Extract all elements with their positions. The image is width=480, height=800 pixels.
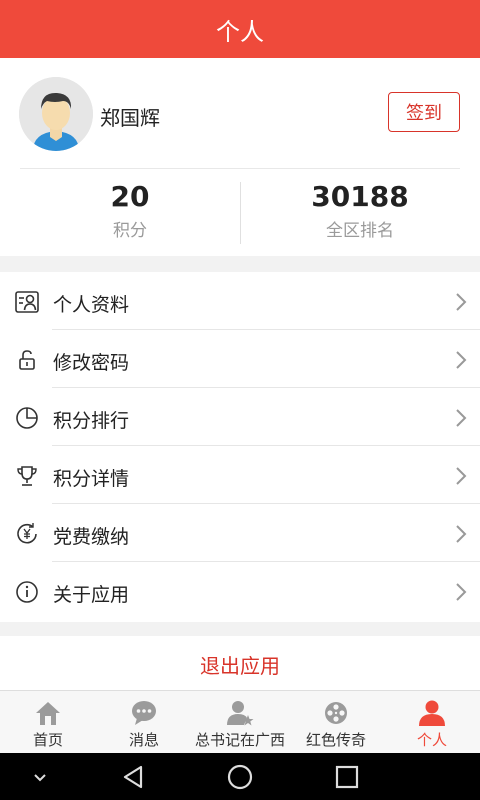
menu-item-label: 关于应用 bbox=[53, 584, 130, 606]
recent-apps-icon[interactable] bbox=[331, 761, 363, 793]
chevron-down-icon[interactable] bbox=[24, 761, 56, 793]
menu-item-party-dues[interactable]: 党费缴纳 bbox=[0, 504, 480, 562]
menu-item-label: 个人资料 bbox=[53, 294, 130, 316]
chevron-right-icon bbox=[456, 583, 467, 601]
info-icon bbox=[16, 581, 38, 603]
menu-item-label: 党费缴纳 bbox=[53, 526, 130, 548]
person-star-icon bbox=[227, 701, 254, 726]
profile-card-icon bbox=[15, 291, 39, 313]
avatar[interactable] bbox=[19, 77, 93, 151]
avatar-person-icon bbox=[19, 77, 93, 151]
menu-item-label: 积分详情 bbox=[53, 468, 130, 490]
points-value: 20 bbox=[110, 180, 150, 213]
tab-label: 红色传奇 bbox=[305, 731, 366, 749]
menu-item-label: 修改密码 bbox=[53, 352, 130, 374]
payment-icon bbox=[17, 523, 37, 544]
tab-messages[interactable]: 消息 bbox=[96, 691, 192, 753]
user-icon bbox=[419, 700, 445, 726]
tab-label: 个人 bbox=[416, 731, 447, 749]
signin-button[interactable]: 签到 bbox=[388, 92, 460, 132]
page-title: 个人 bbox=[216, 17, 264, 46]
rank-stat[interactable]: 30188 全区排名 bbox=[240, 180, 480, 241]
trophy-icon bbox=[17, 466, 37, 486]
chevron-right-icon bbox=[456, 351, 467, 369]
unlock-icon bbox=[19, 350, 35, 370]
menu-item-profile[interactable]: 个人资料 bbox=[0, 272, 480, 330]
system-navigation-bar bbox=[0, 753, 480, 800]
back-icon[interactable] bbox=[117, 761, 149, 793]
menu-item-points-ranking[interactable]: 积分排行 bbox=[0, 388, 480, 446]
home-icon bbox=[36, 702, 60, 725]
chevron-right-icon bbox=[456, 525, 467, 543]
pie-chart-icon bbox=[16, 407, 38, 429]
rank-label: 全区排名 bbox=[326, 221, 394, 241]
profile-card: 郑国辉 签到 20 积分 30188 全区排名 bbox=[0, 58, 480, 256]
menu-item-about[interactable]: 关于应用 bbox=[0, 562, 480, 620]
film-reel-icon bbox=[325, 702, 347, 724]
tab-label: 消息 bbox=[128, 731, 159, 749]
username: 郑国辉 bbox=[100, 106, 160, 130]
logout-button[interactable]: 退出应用 bbox=[0, 636, 480, 692]
tab-red-legends[interactable]: 红色传奇 bbox=[288, 691, 384, 753]
menu-item-label: 积分排行 bbox=[53, 410, 130, 432]
menu-item-change-password[interactable]: 修改密码 bbox=[0, 330, 480, 388]
tab-personal[interactable]: 个人 bbox=[384, 691, 480, 753]
tab-label: 首页 bbox=[32, 731, 63, 749]
home-circle-icon[interactable] bbox=[224, 761, 256, 793]
rank-value: 30188 bbox=[311, 180, 409, 213]
chevron-right-icon bbox=[456, 293, 467, 311]
divider bbox=[20, 168, 460, 169]
menu-item-points-details[interactable]: 积分详情 bbox=[0, 446, 480, 504]
tab-general-secretary-guangxi[interactable]: 总书记在广西 bbox=[192, 691, 288, 753]
chevron-right-icon bbox=[456, 467, 467, 485]
top-app-bar: 个人 bbox=[0, 0, 480, 58]
bottom-tab-bar: 首页 消息 总书记在广西 红色传奇 个人 bbox=[0, 690, 480, 753]
tab-home[interactable]: 首页 bbox=[0, 691, 96, 753]
message-icon bbox=[132, 701, 156, 725]
settings-menu: 个人资料 修改密码 积分排行 积分详情 党费缴纳 关于应用 bbox=[0, 272, 480, 622]
tab-label: 总书记在广西 bbox=[194, 731, 285, 749]
chevron-right-icon bbox=[456, 409, 467, 427]
points-label: 积分 bbox=[113, 221, 147, 241]
points-stat[interactable]: 20 积分 bbox=[10, 180, 250, 241]
